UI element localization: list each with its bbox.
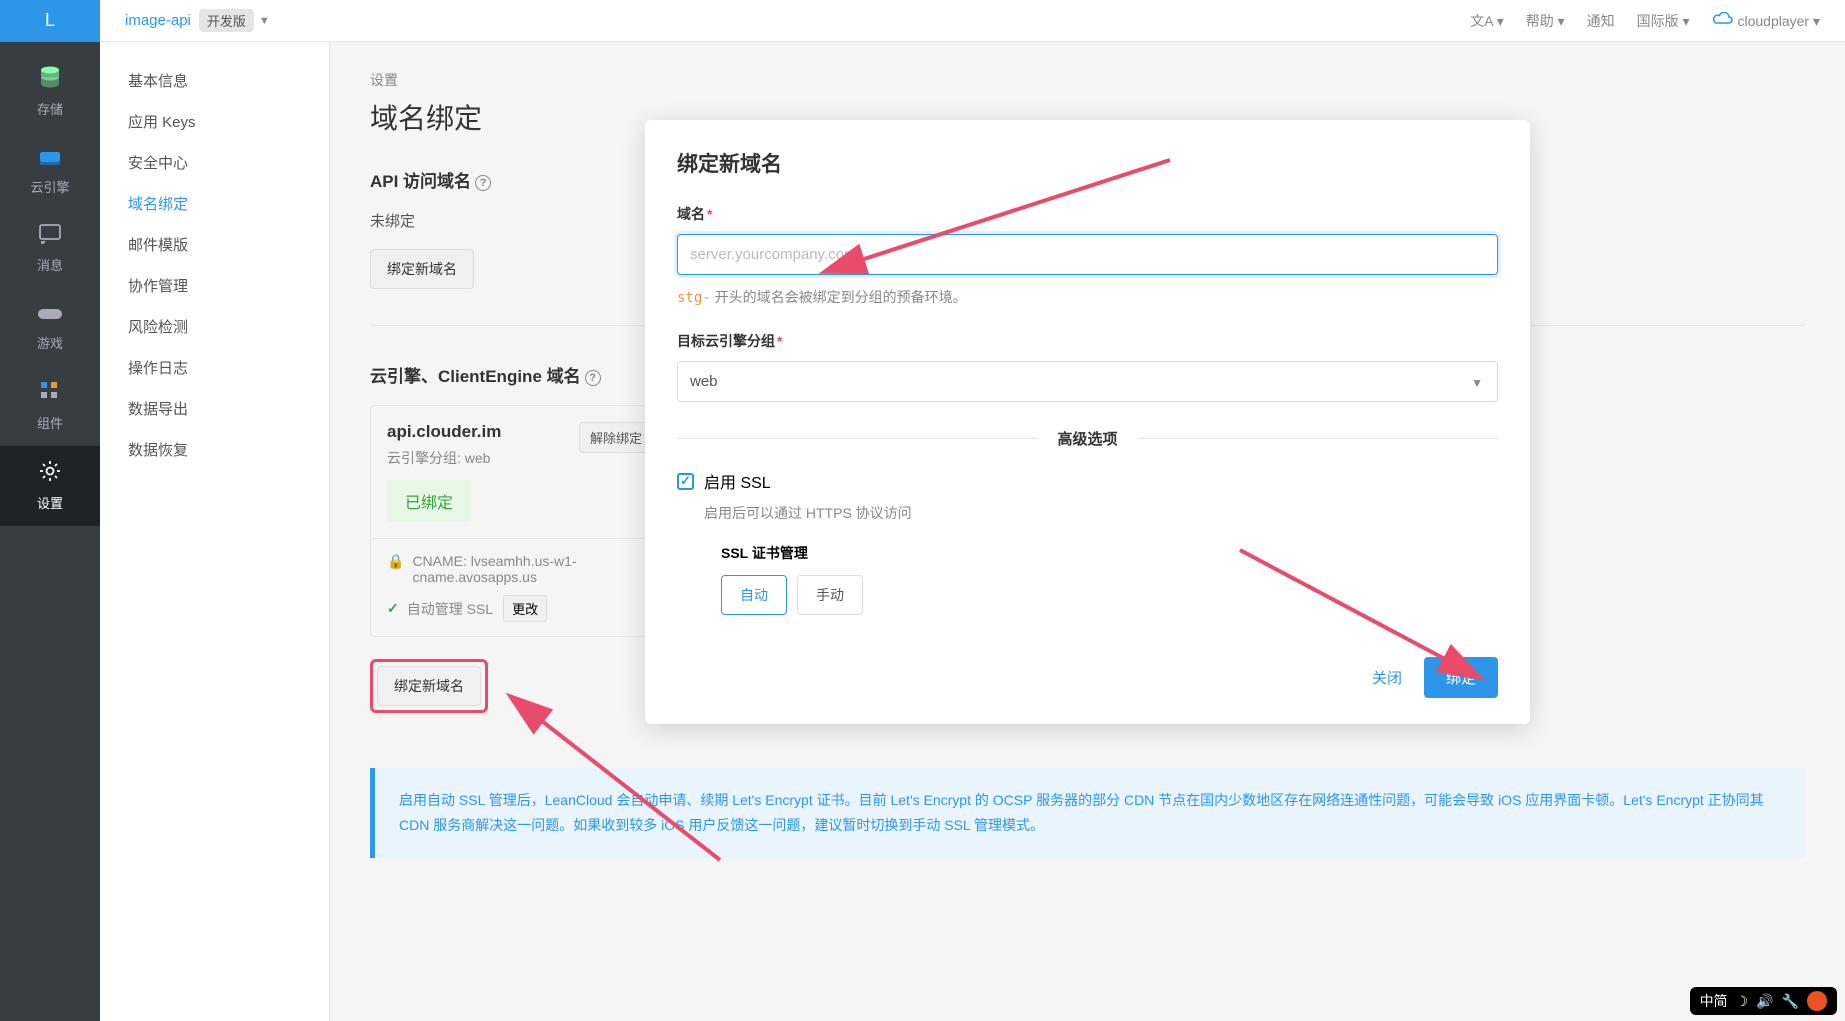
- submenu-basic[interactable]: 基本信息: [100, 60, 329, 101]
- submenu-keys[interactable]: 应用 Keys: [100, 101, 329, 142]
- target-group-select[interactable]: web ▼: [677, 361, 1498, 402]
- rail-component[interactable]: 组件: [0, 366, 100, 446]
- ime-indicator[interactable]: 中简: [1700, 991, 1728, 1011]
- close-button[interactable]: 关闭: [1372, 667, 1402, 688]
- submenu-risk[interactable]: 风险检测: [100, 306, 329, 347]
- submenu-oplog[interactable]: 操作日志: [100, 347, 329, 388]
- rail-message-label: 消息: [37, 255, 63, 274]
- rail-component-label: 组件: [37, 413, 63, 432]
- submenu-domain[interactable]: 域名绑定: [100, 183, 329, 224]
- info-banner: 启用自动 SSL 管理后，LeanCloud 会自动申请、续期 Let's En…: [370, 768, 1805, 858]
- domain-input[interactable]: [677, 234, 1498, 275]
- check-icon: ✓: [387, 600, 399, 617]
- ssl-mgmt-label: SSL 证书管理: [721, 543, 1498, 563]
- bind-new-domain-highlighted: 绑定新域名: [370, 659, 488, 713]
- domain-hint: stg- 开头的域名会被绑定到分组的预备环境。: [677, 287, 1498, 307]
- rail-message[interactable]: 消息: [0, 210, 100, 288]
- topbar: L image-api 开发版 ▼ 文A ▾ 帮助 ▾ 通知 国际版 ▾ clo…: [0, 0, 1845, 42]
- help-icon[interactable]: ?: [585, 370, 601, 386]
- help-icon[interactable]: ?: [475, 175, 491, 191]
- rail-game-label: 游戏: [37, 333, 63, 352]
- region-switch[interactable]: 国际版 ▾: [1637, 11, 1690, 31]
- advanced-divider: 高级选项: [677, 428, 1498, 449]
- ubuntu-logo-icon[interactable]: [1807, 991, 1827, 1011]
- rail-engine[interactable]: 云引擎: [0, 132, 100, 210]
- component-icon: [39, 380, 61, 408]
- os-status-bar: 中简 ☽ 🔊 🔧: [1690, 987, 1837, 1015]
- message-icon: [39, 224, 61, 250]
- submenu-email[interactable]: 邮件模版: [100, 224, 329, 265]
- modal-title: 绑定新域名: [677, 148, 1498, 178]
- database-icon: [38, 66, 62, 94]
- version-badge[interactable]: 开发版: [199, 9, 254, 32]
- bind-domain-modal: 绑定新域名 域名* stg- 开头的域名会被绑定到分组的预备环境。 目标云引擎分…: [645, 120, 1530, 724]
- engine-icon: [38, 146, 62, 172]
- wrench-icon[interactable]: 🔧: [1782, 993, 1799, 1010]
- project-name[interactable]: image-api: [125, 12, 191, 29]
- chevron-down-icon: ▼: [1471, 376, 1483, 390]
- notify-link[interactable]: 通知: [1587, 11, 1615, 31]
- rail-engine-label: 云引擎: [30, 177, 69, 196]
- bind-new-domain-button[interactable]: 绑定新域名: [370, 249, 474, 289]
- moon-icon[interactable]: ☽: [1736, 993, 1749, 1010]
- gear-icon: [39, 460, 61, 488]
- topbar-right: 文A ▾ 帮助 ▾ 通知 国际版 ▾ cloudplayer ▾: [1470, 11, 1845, 31]
- logo[interactable]: L: [0, 0, 100, 42]
- breadcrumb: 设置: [370, 70, 1805, 90]
- language-switch[interactable]: 文A ▾: [1470, 11, 1504, 31]
- ssl-mode-toggle: 自动 手动: [721, 575, 1498, 615]
- rail-game[interactable]: 游戏: [0, 288, 100, 366]
- rail-storage[interactable]: 存储: [0, 52, 100, 132]
- submenu-export[interactable]: 数据导出: [100, 388, 329, 429]
- rail-settings[interactable]: 设置: [0, 446, 100, 526]
- submenu: 基本信息 应用 Keys 安全中心 域名绑定 邮件模版 协作管理 风险检测 操作…: [100, 42, 330, 1021]
- ssl-auto-button[interactable]: 自动: [721, 575, 787, 615]
- target-group-label: 目标云引擎分组*: [677, 331, 1498, 351]
- bound-badge: 已绑定: [387, 480, 471, 522]
- ssl-line: ✓ 自动管理 SSL 更改: [387, 595, 653, 622]
- cname-line: 🔒 CNAME: lvseamhh.us-w1-cname.avosapps.u…: [387, 553, 653, 585]
- gamepad-icon: [37, 302, 63, 328]
- lock-icon: 🔒: [387, 553, 404, 570]
- modal-footer: 关闭 绑定: [677, 657, 1498, 698]
- icon-rail: 存储 云引擎 消息 游戏 组件 设置: [0, 42, 100, 1021]
- user-menu[interactable]: cloudplayer ▾: [1712, 12, 1820, 30]
- submenu-collab[interactable]: 协作管理: [100, 265, 329, 306]
- checkbox-checked-icon[interactable]: ✓: [677, 473, 694, 490]
- domain-card: api.clouder.im 解除绑定 云引擎分组: web 已绑定 🔒 CNA…: [370, 405, 670, 637]
- bind-new-domain-button-2[interactable]: 绑定新域名: [377, 666, 481, 706]
- rail-storage-label: 存储: [37, 99, 63, 118]
- domain-label: 域名*: [677, 204, 1498, 224]
- help-link[interactable]: 帮助 ▾: [1526, 11, 1565, 31]
- domain-host: api.clouder.im: [387, 422, 501, 442]
- bind-button[interactable]: 绑定: [1424, 657, 1498, 698]
- rail-settings-label: 设置: [37, 493, 63, 512]
- change-ssl-button[interactable]: 更改: [503, 595, 547, 622]
- submenu-restore[interactable]: 数据恢复: [100, 429, 329, 470]
- submenu-security[interactable]: 安全中心: [100, 142, 329, 183]
- unbind-button[interactable]: 解除绑定: [579, 422, 653, 453]
- chevron-down-icon[interactable]: ▼: [259, 15, 270, 27]
- cloud-icon: [1712, 13, 1738, 29]
- ssl-hint: 启用后可以通过 HTTPS 协议访问: [704, 503, 1498, 523]
- enable-ssl-row[interactable]: ✓ 启用 SSL: [677, 469, 1498, 493]
- ssl-manual-button[interactable]: 手动: [797, 575, 863, 615]
- speaker-icon[interactable]: 🔊: [1756, 993, 1773, 1010]
- enable-ssl-label: 启用 SSL: [704, 469, 771, 493]
